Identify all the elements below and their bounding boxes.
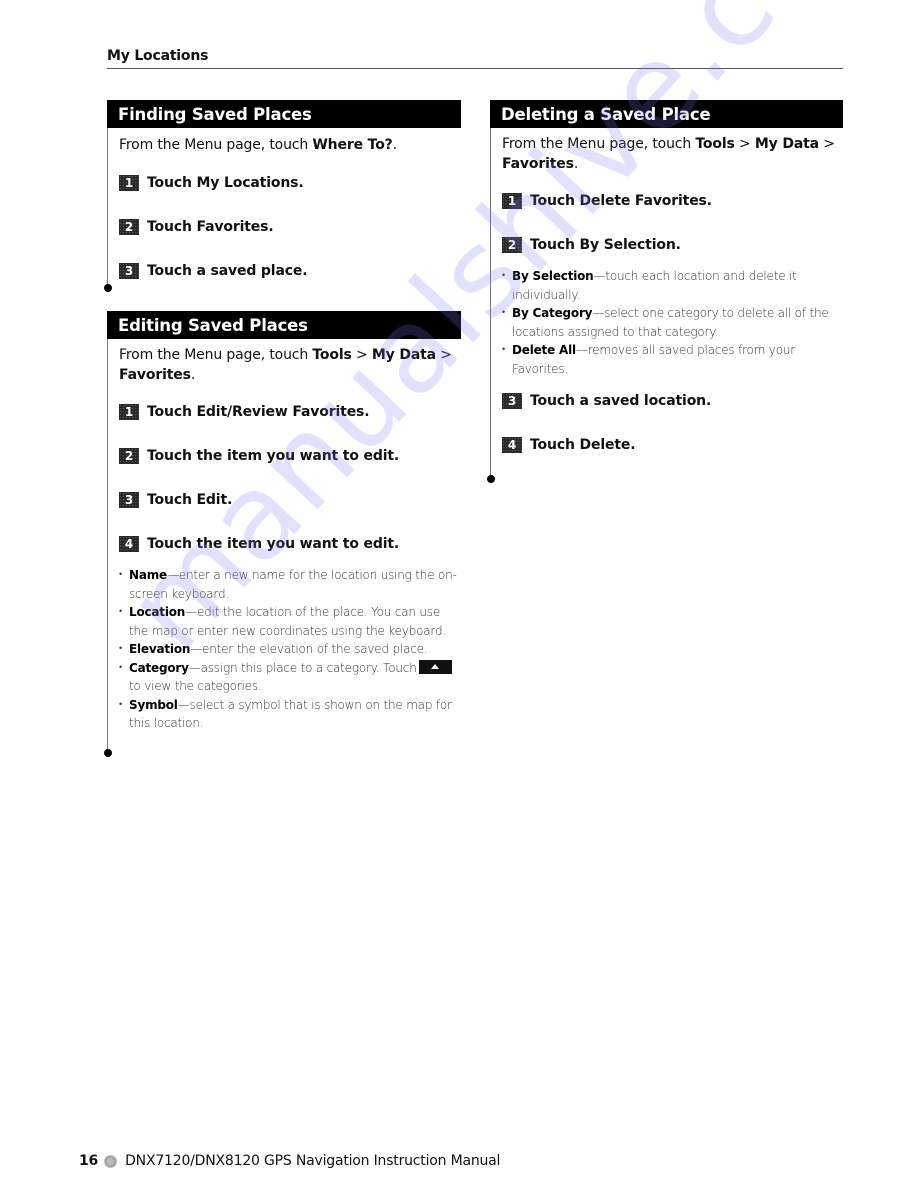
section-title: Editing Saved Places (107, 311, 461, 339)
step-number-badge: 3 (119, 492, 139, 508)
manual-title: DNX7120/DNX8120 GPS Navigation Instructi… (125, 1153, 501, 1169)
bullet-term: Name (129, 568, 167, 582)
step-number-badge: 3 (119, 263, 139, 279)
header-rule (107, 68, 843, 69)
intro-bold-my-data: My Data (754, 136, 819, 152)
intro-bold-favorites: Favorites (502, 156, 574, 172)
step-text: Touch My Locations. (147, 175, 304, 191)
left-column: Finding Saved Places From the Menu page,… (104, 100, 461, 757)
step-number-badge: 3 (502, 393, 522, 409)
intro-bold-tools: Tools (695, 136, 735, 152)
intro-suffix: . (190, 367, 196, 383)
bullet-term: Location (129, 605, 186, 619)
delete-option-list: By Selection—touch each location and del… (502, 267, 843, 378)
bullet-term: Delete All (512, 343, 576, 357)
list-item-category: Category—assign this place to a category… (119, 659, 461, 696)
step-number-badge: 4 (502, 437, 522, 453)
section-title: Finding Saved Places (107, 100, 461, 128)
step-1: 1 Touch My Locations. (119, 173, 461, 193)
step-text: Touch Delete Favorites. (530, 193, 712, 209)
step-text: Touch Edit. (147, 492, 233, 508)
step-number-badge: 4 (119, 536, 139, 552)
bullet-desc-after: to view the categories. (129, 679, 262, 693)
step-text: Touch By Selection. (530, 237, 681, 253)
list-item-symbol: Symbol—select a symbol that is shown on … (119, 696, 461, 733)
list-item-location: Location—edit the location of the place.… (119, 603, 461, 640)
page-number: 16 (79, 1153, 99, 1169)
step-2: 2 Touch the item you want to edit. (119, 446, 461, 466)
intro-prefix: From the Menu page, touch (119, 137, 313, 153)
list-item-by-category: By Category—select one category to delet… (502, 304, 843, 341)
intro-text: From the Menu page, touch Tools > My Dat… (502, 128, 843, 174)
step-number-badge: 1 (502, 193, 522, 209)
bullet-term: Symbol (129, 697, 178, 712)
step-text: Touch a saved location. (530, 393, 712, 409)
intro-separator: > (818, 136, 835, 152)
section-body: From the Menu page, touch Where To?. 1 To… (104, 128, 461, 292)
running-title: My Locations (107, 48, 209, 64)
step-number-badge: 2 (119, 448, 139, 464)
section-body: From the Menu page, touch Tools > My Dat… (487, 128, 843, 483)
step-text: Touch the item you want to edit. (147, 448, 400, 464)
intro-text: From the Menu page, touch Tools > My Dat… (119, 339, 461, 385)
intro-separator: > (351, 347, 372, 363)
bullet-term: Category (129, 660, 189, 675)
step-text: Touch Delete. (530, 437, 636, 453)
intro-prefix: From the Menu page, touch (502, 136, 696, 152)
step-3: 3 Touch a saved place. (119, 261, 461, 281)
section-end-dot (104, 749, 112, 757)
gear-bullet-icon (104, 1154, 118, 1168)
step-number-badge: 2 (119, 219, 139, 235)
right-column: Deleting a Saved Place From the Menu pag… (487, 100, 843, 483)
intro-text: From the Menu page, touch Where To?. (119, 128, 461, 155)
step-3: 3 Touch a saved location. (502, 391, 843, 411)
list-item-by-selection: By Selection—touch each location and del… (502, 267, 843, 304)
step-number-badge: 2 (502, 237, 522, 253)
page-footer: 16 DNX7120/DNX8120 GPS Navigation Instru… (79, 1153, 500, 1169)
step-4: 4 Touch Delete. (502, 435, 843, 455)
bullet-desc: —assign this place to a category. Touch (188, 660, 417, 675)
bullet-term: Elevation (129, 642, 191, 656)
intro-separator: > (435, 347, 452, 363)
bullet-desc: —select a symbol that is shown on the ma… (129, 697, 452, 731)
list-item-elevation: Elevation—enter the elevation of the sav… (119, 640, 461, 659)
step-2: 2 Touch By Selection. (502, 235, 843, 255)
step-text: Touch a saved place. (147, 263, 308, 279)
section-editing-saved-places: Editing Saved Places From the Menu page,… (104, 311, 461, 757)
step-3: 3 Touch Edit. (119, 490, 461, 510)
intro-bold-my-data: My Data (371, 347, 436, 363)
bullet-desc: —enter the elevation of the saved place. (190, 642, 428, 656)
step-number-badge: 1 (119, 175, 139, 191)
intro-bold-favorites: Favorites (119, 367, 191, 383)
bullet-term: By Category (512, 306, 593, 320)
section-title: Deleting a Saved Place (490, 100, 843, 128)
step-number-badge: 1 (119, 404, 139, 420)
intro-bold-tools: Tools (312, 347, 352, 363)
section-end-dot (487, 475, 495, 483)
up-arrow-button-icon (418, 659, 452, 674)
step-text: Touch Edit/Review Favorites. (147, 404, 370, 420)
intro-suffix: . (573, 156, 579, 172)
bullet-term: By Selection (512, 269, 594, 283)
step-1: 1 Touch Delete Favorites. (502, 191, 843, 211)
step-1: 1 Touch Edit/Review Favorites. (119, 402, 461, 422)
field-list: Name—enter a new name for the location u… (119, 566, 461, 733)
intro-suffix: . (392, 137, 397, 153)
step-text: Touch Favorites. (147, 219, 274, 235)
bullet-desc: —enter a new name for the location using… (129, 568, 457, 601)
section-end-dot (104, 284, 112, 292)
step-text: Touch the item you want to edit. (147, 536, 400, 552)
list-item-delete-all: Delete All—removes all saved places from… (502, 341, 843, 378)
list-item-name: Name—enter a new name for the location u… (119, 566, 461, 603)
step-4: 4 Touch the item you want to edit. (119, 534, 461, 554)
intro-separator: > (734, 136, 755, 152)
intro-prefix: From the Menu page, touch (119, 347, 313, 363)
step-2: 2 Touch Favorites. (119, 217, 461, 237)
intro-bold-where-to: Where To? (312, 137, 393, 153)
section-body: From the Menu page, touch Tools > My Dat… (104, 339, 461, 757)
section-deleting-saved-place: Deleting a Saved Place From the Menu pag… (487, 100, 843, 483)
section-finding-saved-places: Finding Saved Places From the Menu page,… (104, 100, 461, 292)
